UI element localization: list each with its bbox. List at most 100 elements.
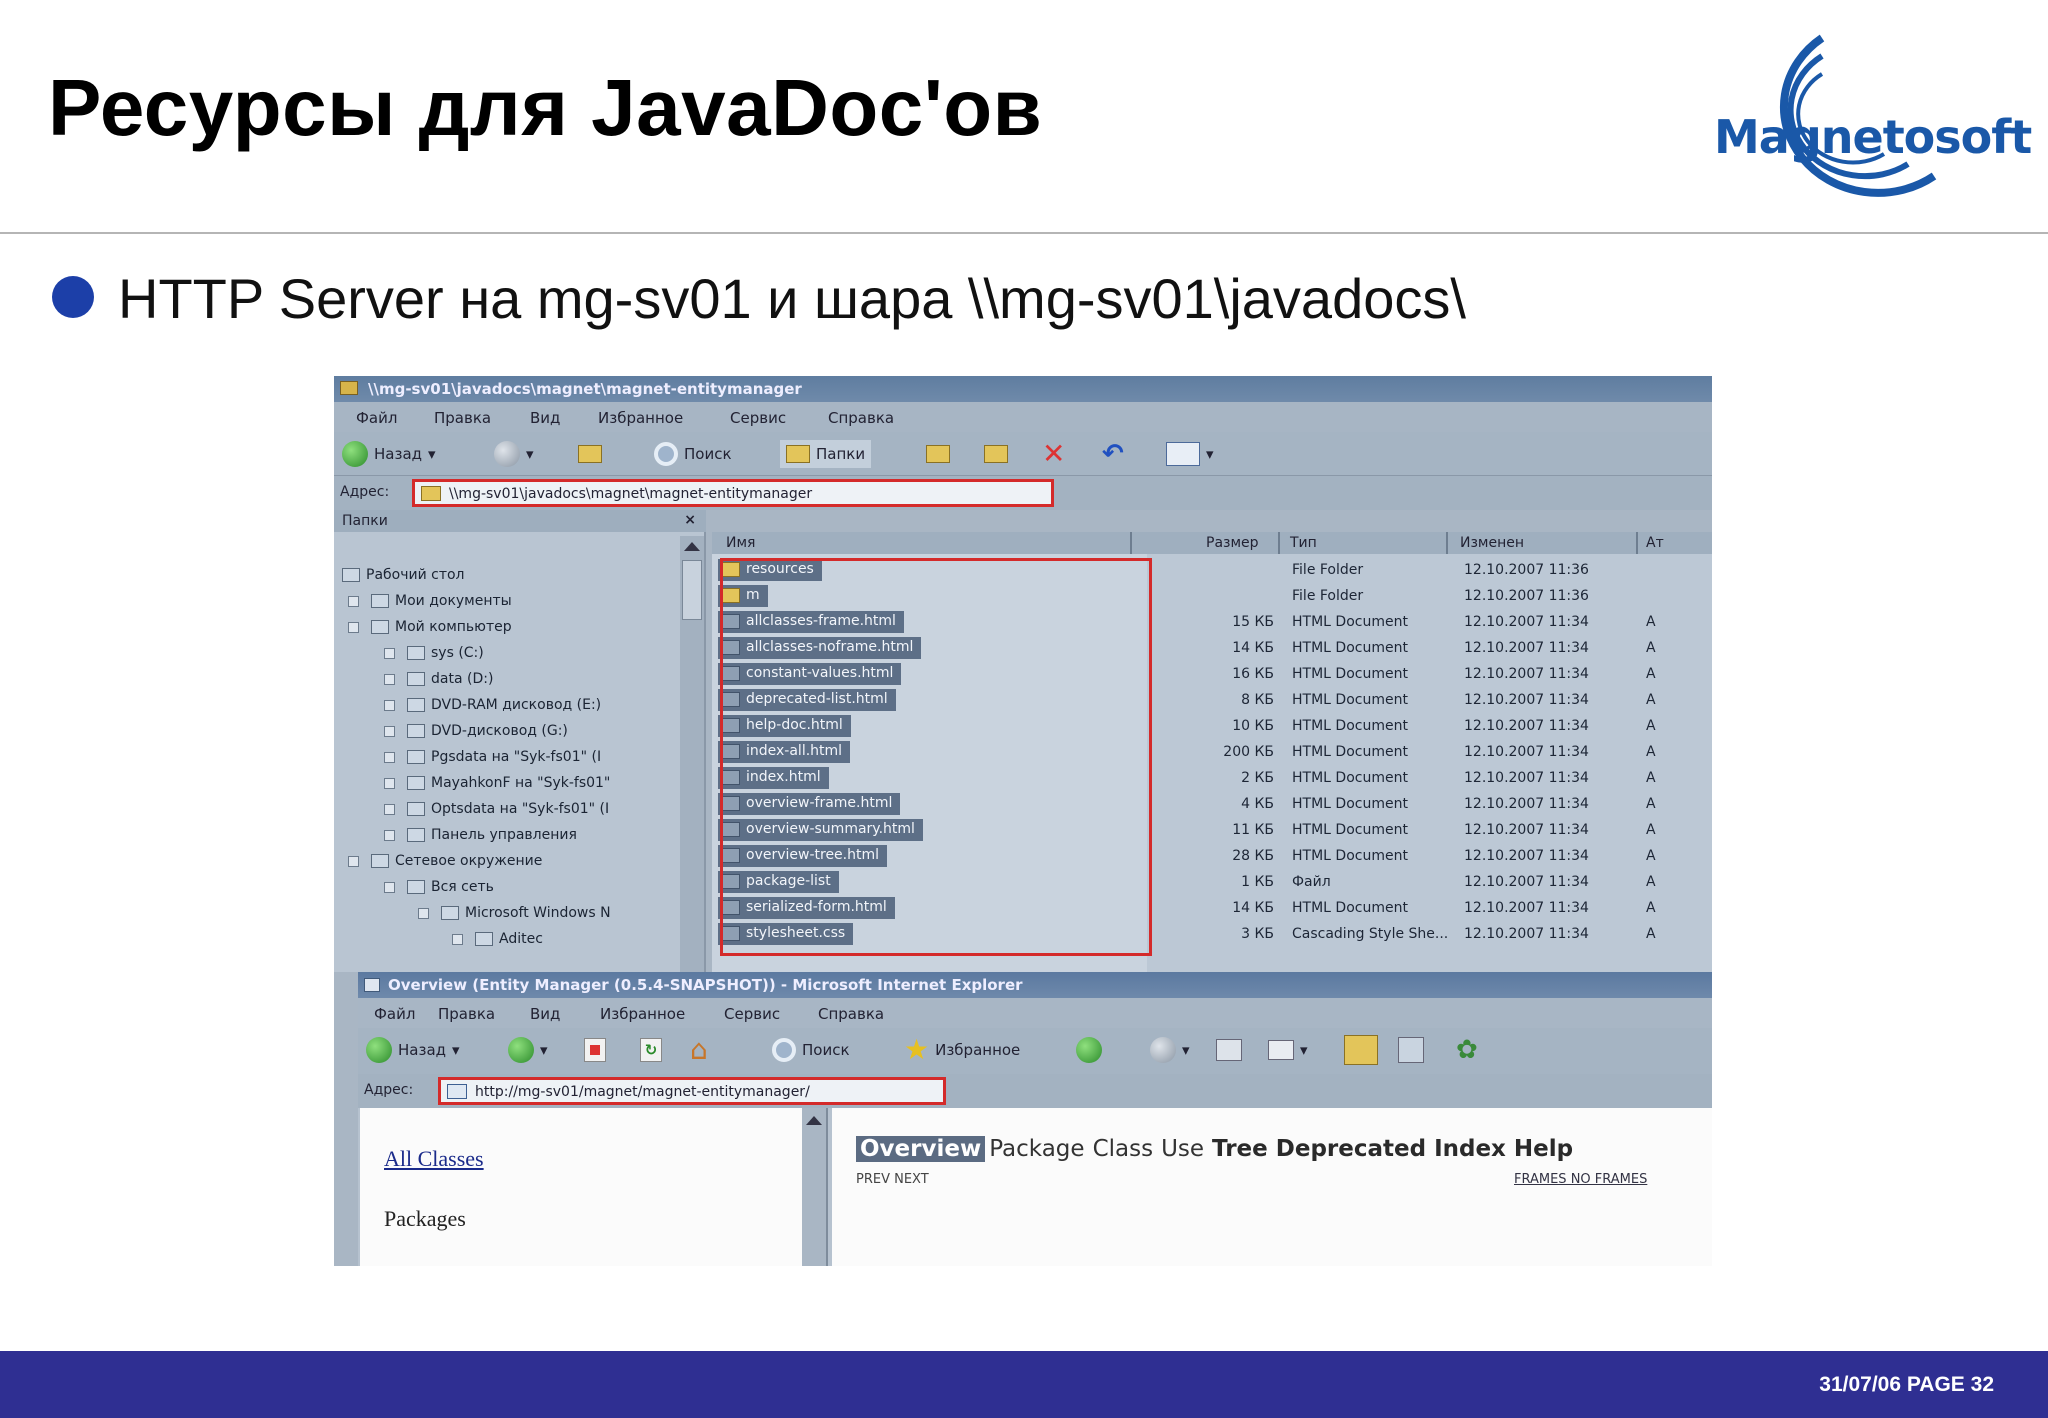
menu-tools[interactable]: Сервис [730, 409, 786, 427]
scroll-up-icon[interactable] [806, 1116, 822, 1125]
menu-file[interactable]: Файл [356, 409, 397, 427]
collapse-icon[interactable] [418, 907, 429, 919]
file-name[interactable]: overview-summary.html [718, 819, 923, 841]
column-divider[interactable] [1636, 532, 1638, 554]
file-name[interactable]: overview-tree.html [718, 845, 888, 867]
tree-item-optsdata[interactable]: Optsdata на "Syk-fs01" (I [384, 796, 609, 822]
tree-item-drive-g[interactable]: DVD-дисковод (G:) [384, 718, 568, 744]
column-attributes[interactable]: Ат [1646, 535, 1664, 551]
collapse-icon[interactable] [348, 621, 359, 633]
menu-favorites[interactable]: Избранное [600, 1005, 685, 1023]
menu-view[interactable]: Вид [530, 1005, 560, 1023]
file-name[interactable]: help-doc.html [718, 715, 851, 737]
nav-overview[interactable]: Overview [856, 1136, 986, 1162]
tree-item-windows-network[interactable]: Microsoft Windows N [418, 900, 611, 926]
expand-icon[interactable] [384, 803, 395, 815]
all-classes-link[interactable]: All Classes [384, 1146, 484, 1172]
tree-item-my-documents[interactable]: Мои документы [348, 588, 512, 614]
file-name[interactable]: resources [718, 559, 822, 581]
file-name[interactable]: package-list [718, 871, 839, 893]
stop-button[interactable] [584, 1036, 606, 1064]
tree-item-drive-e[interactable]: DVD-RAM дисковод (E:) [384, 692, 601, 718]
nav-index[interactable]: Index [1430, 1136, 1510, 1162]
search-button[interactable]: Поиск [654, 440, 732, 468]
file-name[interactable]: allclasses-frame.html [718, 611, 904, 633]
forward-button[interactable]: ▾ [494, 440, 534, 468]
column-name[interactable]: Имя [726, 535, 755, 551]
nav-deprecated[interactable]: Deprecated [1272, 1136, 1430, 1162]
file-name[interactable]: serialized-form.html [718, 897, 895, 919]
prev-next-links[interactable]: PREV NEXT [856, 1172, 929, 1187]
folders-button[interactable]: Папки [780, 440, 872, 468]
file-row[interactable]: constant-values.html 16 КБ HTML Document 12… [712, 662, 1712, 688]
collapse-icon[interactable] [348, 855, 359, 867]
nav-tree[interactable]: Tree [1208, 1136, 1272, 1162]
favorites-button[interactable]: ★ Избранное [904, 1036, 1020, 1064]
expand-icon[interactable] [384, 725, 395, 737]
back-button[interactable]: Назад ▾ [366, 1036, 460, 1064]
frames-links[interactable]: FRAMES NO FRAMES [1514, 1172, 1647, 1187]
tree-item-network[interactable]: Сетевое окружение [348, 848, 542, 874]
file-name[interactable]: stylesheet.css [718, 923, 854, 945]
file-row[interactable]: index-all.html 200 КБ HTML Document 12.10.2… [712, 740, 1712, 766]
expand-icon[interactable] [384, 699, 395, 711]
research-button[interactable] [1398, 1036, 1424, 1064]
file-row[interactable]: overview-frame.html 4 КБ HTML Document 12.1… [712, 792, 1712, 818]
column-divider[interactable] [1130, 532, 1132, 554]
close-icon[interactable]: × [684, 512, 696, 528]
file-name[interactable]: allclasses-noframe.html [718, 637, 922, 659]
file-name[interactable]: constant-values.html [718, 663, 902, 685]
file-row[interactable]: m File Folder 12.10.2007 11:36 [712, 584, 1712, 610]
menu-edit[interactable]: Правка [434, 409, 491, 427]
messenger-button[interactable]: ✿ [1456, 1036, 1478, 1064]
menu-edit[interactable]: Правка [438, 1005, 495, 1023]
nav-use[interactable]: Use [1157, 1136, 1208, 1162]
scroll-up-icon[interactable] [684, 542, 700, 551]
expand-icon[interactable] [452, 933, 463, 945]
expand-icon[interactable] [384, 751, 395, 763]
nav-help[interactable]: Help [1510, 1136, 1577, 1162]
file-row[interactable]: serialized-form.html 14 КБ HTML Document 12… [712, 896, 1712, 922]
file-name[interactable]: index.html [718, 767, 829, 789]
edit-button[interactable]: ▾ [1268, 1036, 1308, 1064]
url-field[interactable]: http://mg-sv01/magnet/magnet-entitymanag… [438, 1077, 946, 1105]
file-row[interactable]: allclasses-noframe.html 14 КБ HTML Documen… [712, 636, 1712, 662]
views-button[interactable]: ▾ [1166, 440, 1214, 468]
expand-icon[interactable] [384, 647, 395, 659]
column-divider[interactable] [1446, 532, 1448, 554]
search-button[interactable]: Поиск [772, 1036, 850, 1064]
file-row[interactable]: allclasses-frame.html 15 КБ HTML Document 1… [712, 610, 1712, 636]
menu-help[interactable]: Справка [818, 1005, 884, 1023]
move-to-button[interactable] [926, 440, 950, 468]
up-folder-button[interactable] [578, 440, 602, 468]
file-row[interactable]: deprecated-list.html 8 КБ HTML Document 12.… [712, 688, 1712, 714]
collapse-icon[interactable] [384, 881, 395, 893]
tree-item-aditec[interactable]: Aditec [452, 926, 543, 952]
copy-to-button[interactable] [984, 440, 1008, 468]
expand-icon[interactable] [348, 595, 359, 607]
tree-item-drive-c[interactable]: sys (C:) [384, 640, 484, 666]
file-name[interactable]: deprecated-list.html [718, 689, 896, 711]
file-name[interactable]: overview-frame.html [718, 793, 901, 815]
column-type[interactable]: Тип [1290, 535, 1317, 551]
column-divider[interactable] [1278, 532, 1280, 554]
file-row[interactable]: overview-summary.html 11 КБ HTML Document 1… [712, 818, 1712, 844]
column-modified[interactable]: Изменен [1460, 535, 1524, 551]
menu-favorites[interactable]: Избранное [598, 409, 683, 427]
home-button[interactable]: ⌂ [690, 1036, 708, 1064]
expand-icon[interactable] [384, 777, 395, 789]
forward-button[interactable]: ▾ [508, 1036, 548, 1064]
undo-button[interactable]: ↶ [1102, 440, 1124, 468]
file-row[interactable]: stylesheet.css 3 КБ Cascading Style She...… [712, 922, 1712, 948]
tree-item-control-panel[interactable]: Панель управления [384, 822, 577, 848]
file-name[interactable]: index-all.html [718, 741, 851, 763]
tree-item-entire-network[interactable]: Вся сеть [384, 874, 494, 900]
menu-view[interactable]: Вид [530, 409, 560, 427]
scroll-thumb[interactable] [682, 560, 702, 620]
back-button[interactable]: Назад ▾ [342, 440, 436, 468]
file-row[interactable]: help-doc.html 10 КБ HTML Document 12.10.200… [712, 714, 1712, 740]
tree-item-drive-d[interactable]: data (D:) [384, 666, 493, 692]
file-row[interactable]: package-list 1 КБ Файл 12.10.2007 11:34 A [712, 870, 1712, 896]
media-button[interactable] [1076, 1036, 1102, 1064]
address-field[interactable]: \\mg-sv01\javadocs\magnet\magnet-entitym… [412, 479, 1054, 507]
